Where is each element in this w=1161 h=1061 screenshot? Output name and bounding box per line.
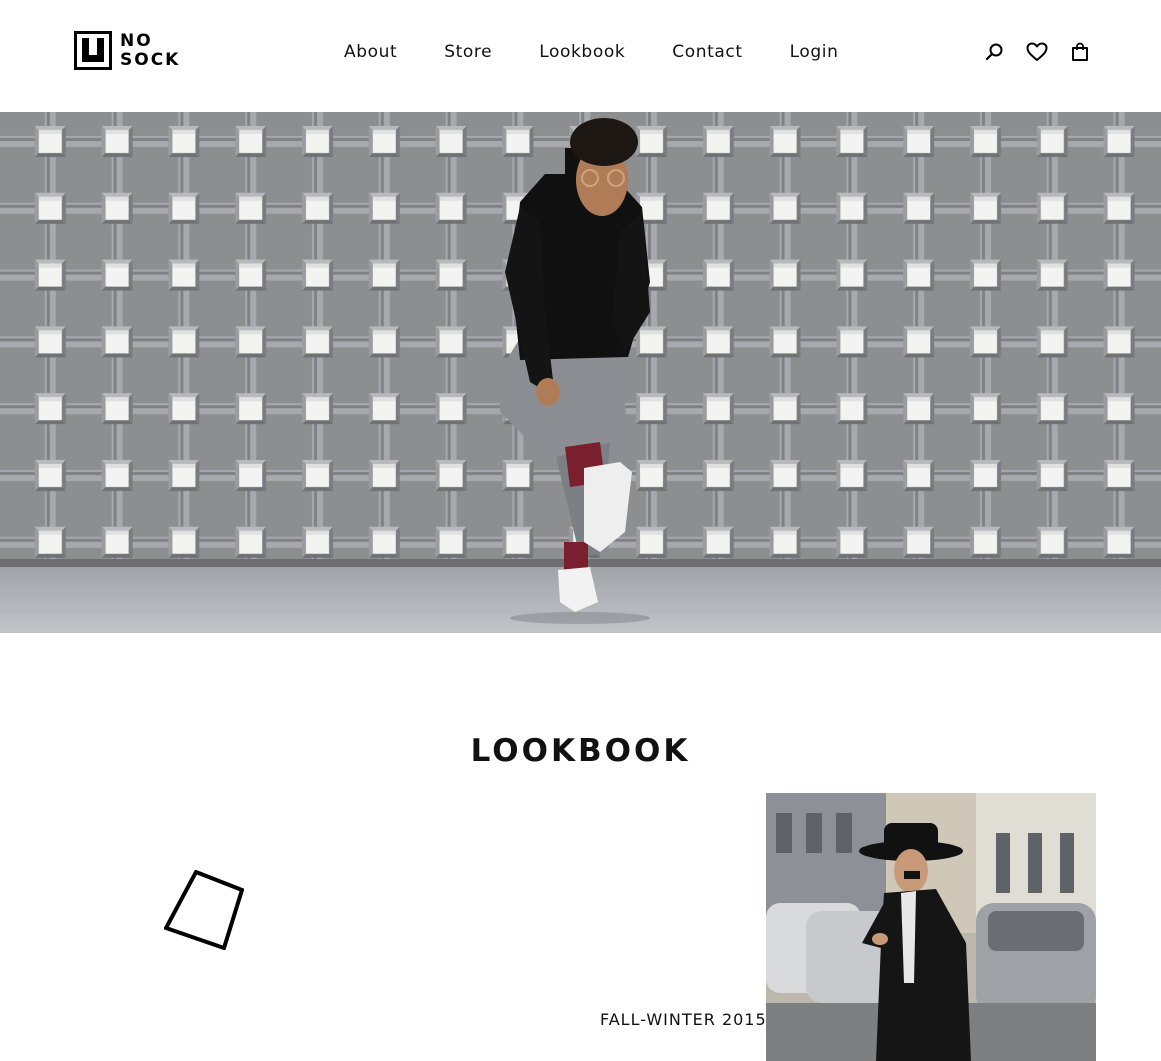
lookbook-image (766, 793, 1096, 1061)
nav-lookbook[interactable]: Lookbook (539, 42, 625, 62)
lookbook-heading: LOOKBOOK (470, 733, 691, 769)
search-button[interactable] (982, 40, 1006, 64)
decorative-square-icon (164, 870, 244, 950)
nav-about[interactable]: About (344, 42, 397, 62)
lookbook-photo[interactable] (766, 793, 1096, 1061)
logo-mark-icon (74, 31, 112, 70)
hero-image (0, 112, 1161, 633)
hero-banner (0, 112, 1161, 633)
logo-line-2: SOCK (120, 49, 181, 70)
cart-button[interactable] (1068, 40, 1092, 64)
main-nav: About Store Lookbook Contact Login (344, 42, 838, 62)
nav-store[interactable]: Store (444, 42, 492, 62)
header-actions (982, 40, 1092, 64)
wishlist-button[interactable] (1025, 40, 1049, 64)
logo[interactable]: NO SOCK (74, 31, 180, 70)
logo-line-1: NO (120, 30, 153, 51)
nav-login[interactable]: Login (790, 42, 839, 62)
search-icon (985, 43, 1003, 61)
nav-contact[interactable]: Contact (672, 42, 742, 62)
shopping-bag-icon (1072, 42, 1088, 61)
site-header: NO SOCK About Store Lookbook Contact Log… (0, 0, 1161, 112)
logo-wordmark: NO SOCK (120, 30, 181, 70)
heart-icon (1026, 42, 1048, 61)
